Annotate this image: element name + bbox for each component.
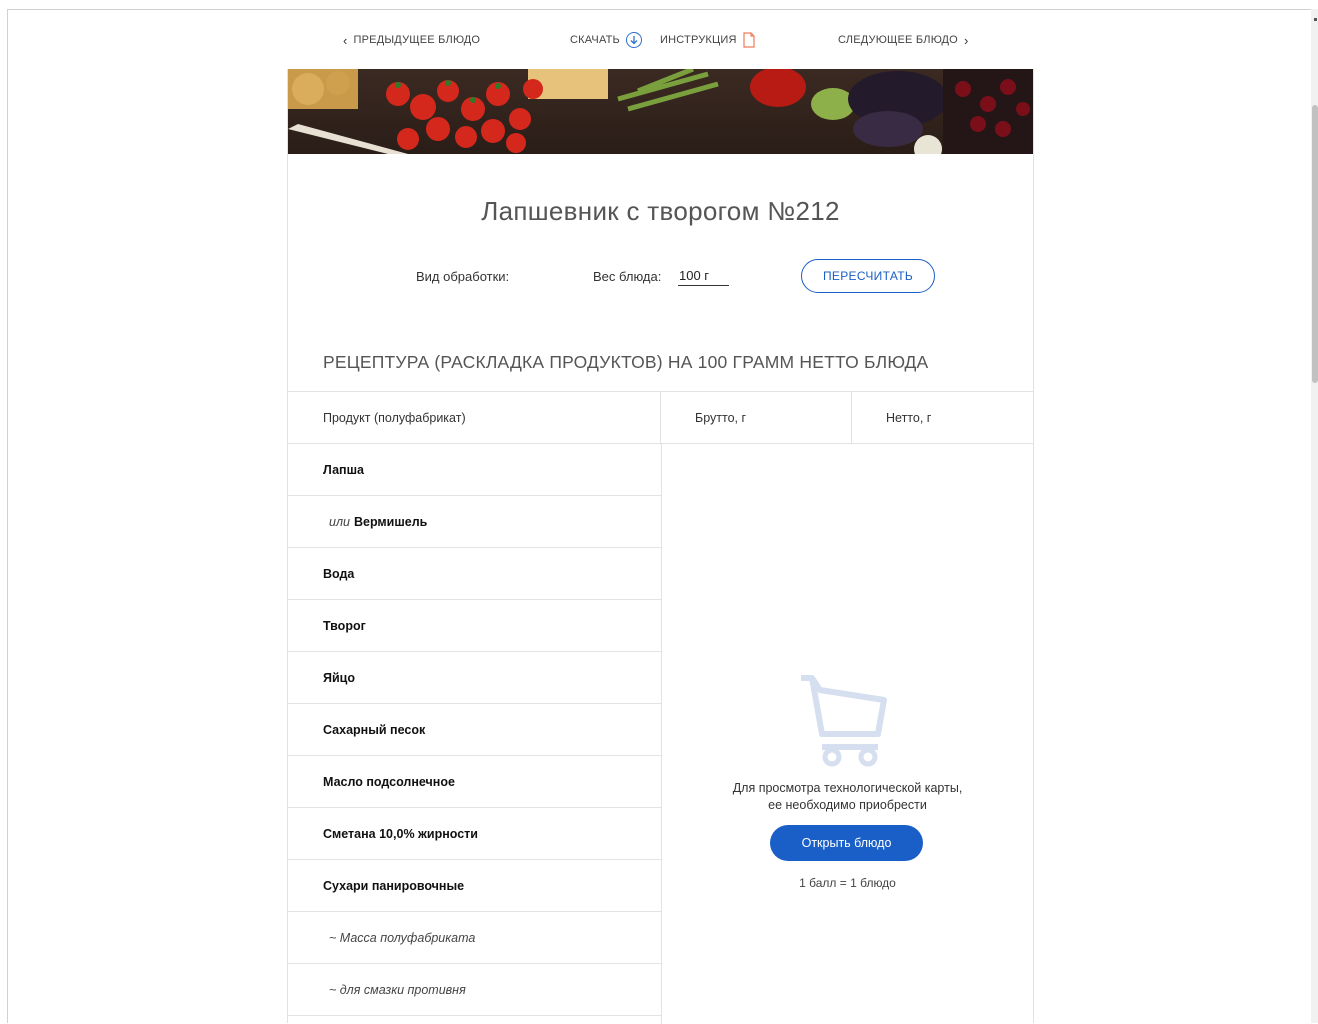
open-dish-button[interactable]: Открыть блюдо xyxy=(770,825,923,861)
paywall-message-line2: ее необходимо приобрести xyxy=(768,798,927,812)
shopping-cart-icon xyxy=(801,675,887,767)
ingredient-name: Вода xyxy=(323,566,355,581)
instruction-label: ИНСТРУКЦИЯ xyxy=(660,34,737,46)
scrollbar-arrow[interactable] xyxy=(1314,18,1317,21)
prev-dish-label: ПРЕДЫДУЩЕЕ БЛЮДО xyxy=(353,34,481,46)
next-dish-label: СЛЕДУЮЩЕЕ БЛЮДО xyxy=(838,34,958,46)
ingredient-name: Вермишель xyxy=(353,514,428,529)
table-row: или Вермишель xyxy=(288,496,661,548)
paywall-message-line1: Для просмотра технологической карты, xyxy=(732,781,963,795)
ingredient-name: Сахарный песок xyxy=(323,722,426,737)
window-left-border xyxy=(7,9,8,1023)
chevron-left-icon: ‹ xyxy=(343,32,348,48)
table-row: ~ для смазки противня xyxy=(288,964,661,1016)
recipe-table: Продукт (полуфабрикат) Брутто, г Нетто, … xyxy=(288,391,1033,1024)
table-row: Масло подсолнечное xyxy=(288,756,661,808)
paywall-panel: Для просмотра технологической карты, ее … xyxy=(662,444,1033,1024)
table-row: Вода xyxy=(288,548,661,600)
download-link[interactable]: СКАЧАТЬ xyxy=(570,30,642,50)
document-icon xyxy=(743,32,755,48)
table-row: Творог xyxy=(288,600,661,652)
ingredient-name: Масло подсолнечное xyxy=(323,774,455,789)
table-row: Сухари панировочные xyxy=(288,860,661,912)
table-row: Сметана 10,0% жирности xyxy=(288,808,661,860)
table-row: Сахарный песок xyxy=(288,704,661,756)
dish-controls: Вид обработки: Вес блюда: 100 г ПЕРЕСЧИТ… xyxy=(288,259,1033,295)
ingredient-name: Сметана 10,0% жирности xyxy=(323,826,478,841)
product-column-header: Продукт (полуфабрикат) xyxy=(288,392,661,444)
row-note: ~ для смазки противня xyxy=(329,982,466,997)
ingredient-name: Яйцо xyxy=(323,670,355,685)
netto-column-header: Нетто, г xyxy=(852,392,1033,444)
weight-input[interactable]: 100 г xyxy=(678,268,729,286)
row-note: ~ Масса полуфабриката xyxy=(329,930,476,945)
ingredient-name: Сухари панировочные xyxy=(323,878,465,893)
vegetables-banner xyxy=(288,69,1033,154)
dish-card: Лапшевник с творогом №212 Вид обработки:… xyxy=(287,69,1034,1024)
paywall-message: Для просмотра технологической карты, ее … xyxy=(662,780,1033,814)
recalculate-button[interactable]: ПЕРЕСЧИТАТЬ xyxy=(801,259,935,293)
table-row: Лапша xyxy=(288,444,661,496)
processing-type-label: Вид обработки: xyxy=(416,269,510,284)
window-top-border xyxy=(7,9,1318,10)
chevron-right-icon: › xyxy=(963,32,969,48)
dish-title: Лапшевник с творогом №212 xyxy=(481,196,840,226)
ingredient-list: Лапша или Вермишель Вода Творог Яйцо Саха… xyxy=(288,444,662,1024)
brutto-column-header: Брутто, г xyxy=(661,392,852,444)
table-row: ~ Масса полуфабриката xyxy=(288,912,661,964)
price-info: 1 балл = 1 блюдо xyxy=(799,876,896,890)
alternative-prefix: или xyxy=(329,514,350,529)
download-label: СКАЧАТЬ xyxy=(570,34,620,46)
next-dish-link[interactable]: СЛЕДУЮЩЕЕ БЛЮДО › xyxy=(838,30,968,50)
table-row: Яйцо xyxy=(288,652,661,704)
scrollbar-thumb[interactable] xyxy=(1312,105,1318,383)
recipe-section-title: РЕЦЕПТУРА (РАСКЛАДКА ПРОДУКТОВ) НА 100 Г… xyxy=(323,352,929,372)
instruction-link[interactable]: ИНСТРУКЦИЯ xyxy=(660,30,755,50)
weight-label: Вес блюда: xyxy=(593,269,662,284)
ingredient-name: Лапша xyxy=(323,462,364,477)
download-circle-icon xyxy=(625,32,642,48)
prev-dish-link[interactable]: ‹ ПРЕДЫДУЩЕЕ БЛЮДО xyxy=(343,30,480,50)
ingredient-name: Творог xyxy=(323,618,366,633)
